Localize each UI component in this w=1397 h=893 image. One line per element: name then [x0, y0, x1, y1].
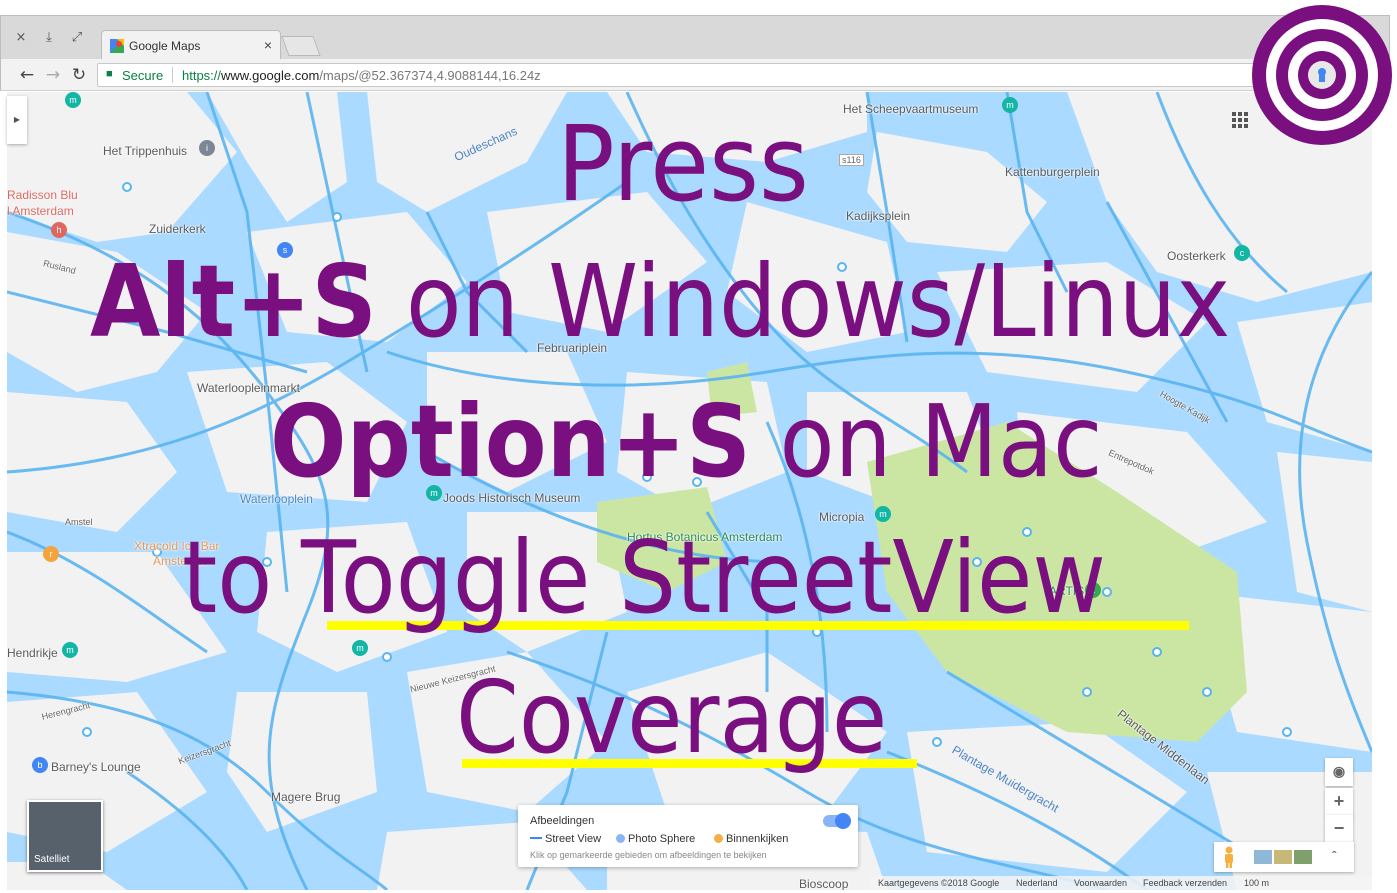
- landmark-pin-icon[interactable]: i: [199, 140, 215, 156]
- overlay-line-toggle: to Toggle StreetView: [182, 519, 1107, 636]
- layer-card-title: Afbeeldingen: [530, 815, 595, 827]
- legend-street-label: Street View: [545, 833, 602, 845]
- label-kadijksplein: Kadijksplein: [846, 209, 911, 223]
- window-minimize-icon[interactable]: ⤓: [41, 30, 57, 46]
- hotel-pin-icon[interactable]: h: [51, 222, 67, 238]
- overlay-alt-s: Alt+S: [90, 243, 377, 360]
- map-footer: Kaartgegevens ©2018 Google Nederland Voo…: [870, 876, 1372, 890]
- overlay-line-mac: Option+S on Mac: [270, 392, 1103, 492]
- legend-photo-label: Photo Sphere: [628, 833, 696, 845]
- footer-feedback[interactable]: Feedback verzenden: [1143, 878, 1227, 888]
- address-separator: [172, 67, 173, 83]
- my-location-button[interactable]: ◉: [1325, 758, 1353, 786]
- thumbnail-1-icon[interactable]: [1254, 850, 1272, 864]
- footer-scale: 100 m: [1244, 878, 1270, 888]
- url-host: www.google.com: [221, 68, 320, 83]
- label-hendrikje[interactable]: Hendrikje: [7, 646, 58, 660]
- title-bar: × ⤓ ⤢ Google Maps ×: [0, 15, 1390, 60]
- restaurant-pin-icon[interactable]: r: [43, 546, 59, 562]
- browser-toolbar: ← → ↻ ■ Secure https://www.google.com/ma…: [0, 59, 1390, 91]
- toggle-knob: [835, 813, 851, 829]
- museum-pin-icon-6[interactable]: m: [352, 640, 368, 656]
- window-maximize-icon[interactable]: ⤢: [69, 30, 85, 46]
- street-view-line-icon: [530, 837, 542, 839]
- satellite-label: Satelliet: [34, 854, 70, 865]
- tab-google-maps[interactable]: Google Maps ×: [101, 30, 281, 60]
- label-bioscoop[interactable]: Bioscoop: [799, 877, 848, 890]
- target-logo-icon: [1252, 5, 1392, 145]
- label-radisson-1[interactable]: Radisson Blu: [7, 188, 78, 202]
- reload-icon[interactable]: ↻: [69, 65, 89, 85]
- window-close-icon[interactable]: ×: [13, 30, 29, 46]
- legend-indoor-label: Binnenkijken: [726, 833, 789, 845]
- secure-label: Secure: [122, 68, 164, 83]
- browser-chrome: × ⤓ ⤢ Google Maps × ← → ↻ ■ Secure https…: [0, 0, 1397, 92]
- url-path: /maps/@52.367374,4.9088144,16.24z: [319, 68, 541, 83]
- overlay-option-s: Option+S: [270, 383, 751, 500]
- photo-sphere-dot-icon: [616, 834, 625, 843]
- overlay-line-press: Press: [557, 103, 809, 225]
- pegman-icon[interactable]: [1222, 846, 1236, 868]
- back-arrow-icon[interactable]: ←: [17, 65, 37, 85]
- satellite-toggle-button[interactable]: Satelliet: [27, 800, 103, 872]
- street-view-pegman-bar: ˆ: [1214, 842, 1354, 872]
- expand-sidebar-button[interactable]: ▶: [7, 96, 27, 144]
- tab-title: Google Maps: [129, 39, 201, 53]
- address-bar[interactable]: ■ Secure https://www.google.com/maps/@52…: [97, 63, 1357, 87]
- forward-arrow-icon[interactable]: →: [43, 65, 63, 85]
- church-pin-icon[interactable]: c: [1234, 245, 1250, 261]
- label-amstel: Amstel: [65, 517, 93, 527]
- label-barneys-lounge[interactable]: Barney's Lounge: [51, 760, 141, 774]
- overlay-line-windows: Alt+S on Windows/Linux: [90, 252, 1230, 352]
- zoom-in-button[interactable]: +: [1325, 788, 1353, 816]
- new-tab-button[interactable]: [281, 36, 321, 56]
- street-view-toggle[interactable]: [823, 813, 851, 829]
- footer-country[interactable]: Nederland: [1016, 878, 1058, 888]
- overlay-windows-rest: on Windows/Linux: [376, 243, 1231, 360]
- layer-card-hint: Klik op gemarkeerde gebieden om afbeeldi…: [530, 850, 767, 860]
- overlay-mac-rest: on Mac: [750, 383, 1103, 500]
- label-zuiderkerk[interactable]: Zuiderkerk: [149, 222, 206, 236]
- legend-street-view: Street View: [530, 833, 601, 845]
- museum-pin-icon-5[interactable]: m: [62, 642, 78, 658]
- label-kattenburgerplein: Kattenburgerplein: [1005, 165, 1100, 179]
- apps-grid-icon[interactable]: [1232, 112, 1248, 128]
- imagery-layer-card: Afbeeldingen Street View Photo Sphere Bi…: [518, 805, 858, 867]
- label-magere-brug[interactable]: Magere Brug: [271, 790, 340, 804]
- overlay-line-coverage: Coverage: [456, 659, 888, 776]
- label-s116: s116: [839, 154, 864, 166]
- google-maps-favicon-icon: [110, 39, 124, 53]
- legend-indoor: Binnenkijken: [714, 833, 788, 845]
- label-scheepvaartmuseum[interactable]: Het Scheepvaartmuseum: [843, 102, 978, 116]
- footer-copyright: Kaartgegevens ©2018 Google: [878, 878, 1000, 888]
- thumbnail-2-icon[interactable]: [1274, 850, 1292, 864]
- museum-pin-icon-2[interactable]: m: [1002, 97, 1018, 113]
- label-trippenhuis[interactable]: Het Trippenhuis: [103, 144, 187, 158]
- chevron-up-icon[interactable]: ˆ: [1332, 848, 1337, 864]
- url-scheme: https://: [182, 68, 222, 83]
- url-text: https://www.google.com/maps/@52.367374,4…: [182, 68, 541, 83]
- label-radisson-2[interactable]: l Amsterdam: [7, 204, 74, 218]
- thumbnail-3-icon[interactable]: [1294, 850, 1312, 864]
- bar-pin-icon[interactable]: b: [32, 757, 48, 773]
- indoor-dot-icon: [714, 834, 723, 843]
- zoom-out-button[interactable]: −: [1325, 815, 1353, 843]
- legend-photo-sphere: Photo Sphere: [616, 833, 695, 845]
- tab-close-icon[interactable]: ×: [264, 37, 272, 53]
- lock-icon: ■: [106, 68, 113, 80]
- footer-terms[interactable]: Voorwaarden: [1074, 878, 1127, 888]
- museum-pin-icon[interactable]: m: [65, 92, 81, 108]
